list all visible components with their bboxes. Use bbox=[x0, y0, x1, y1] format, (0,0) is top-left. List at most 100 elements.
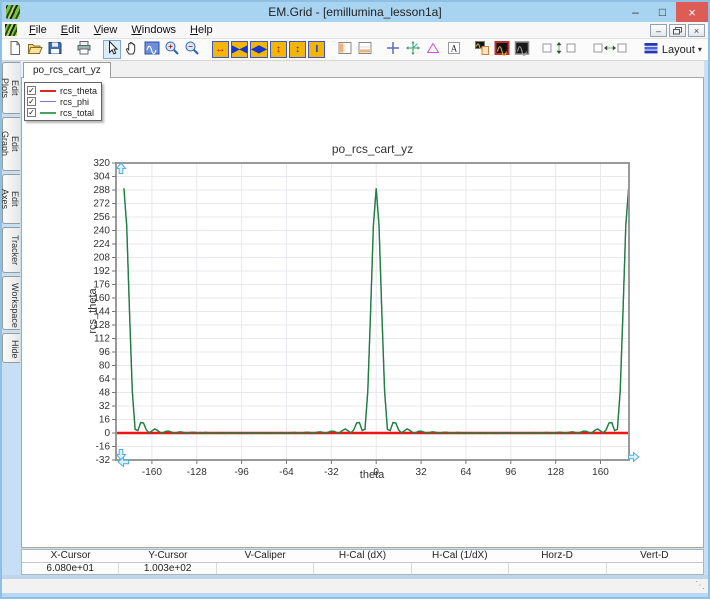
match-width-button[interactable] bbox=[592, 40, 628, 59]
legend-checkbox-rcs_total[interactable]: ✓ bbox=[27, 108, 36, 117]
sidebar-tab-edit-plots[interactable]: Edit Plots bbox=[2, 62, 20, 114]
zoom-region-tool-icon bbox=[144, 40, 160, 59]
copy-plot-button[interactable] bbox=[473, 40, 491, 59]
axis-handle-top-left[interactable] bbox=[117, 163, 126, 174]
resize-grip[interactable]: ⋱ bbox=[695, 581, 705, 591]
split-vertical-button[interactable] bbox=[336, 40, 354, 59]
svg-text:112: 112 bbox=[94, 334, 110, 345]
compress-x-button[interactable]: ▶◀ bbox=[231, 41, 248, 58]
sidebar-tab-edit-axes[interactable]: Edit Axes bbox=[2, 174, 20, 224]
save-button[interactable] bbox=[46, 40, 64, 59]
center-x-button[interactable]: ◀▶ bbox=[250, 41, 267, 58]
add-cursor-button[interactable] bbox=[384, 40, 402, 59]
menu-help[interactable]: Help bbox=[183, 22, 220, 38]
plot-style-red-button[interactable] bbox=[493, 40, 511, 59]
text-tool-button[interactable]: A bbox=[444, 40, 462, 59]
svg-text:-96: -96 bbox=[234, 467, 249, 478]
menu-windows[interactable]: Windows bbox=[124, 22, 183, 38]
cursor-column-header: H-Cal (dX) bbox=[314, 550, 411, 562]
match-height-icon bbox=[542, 40, 576, 59]
axis-handle-bottom-left-v[interactable] bbox=[117, 450, 126, 461]
center-y-button[interactable]: Ι bbox=[308, 41, 325, 58]
legend-row-rcs_theta[interactable]: ✓ rcs_theta bbox=[27, 85, 97, 96]
pan-tool-button[interactable] bbox=[123, 40, 141, 59]
expand-y-button[interactable]: ↕ bbox=[270, 41, 287, 58]
zoom-out-tool-icon bbox=[184, 40, 200, 59]
mdi-minimize-button[interactable]: – bbox=[650, 24, 667, 37]
svg-text:320: 320 bbox=[93, 158, 110, 169]
menu-edit[interactable]: Edit bbox=[54, 22, 87, 38]
toolbar-separator bbox=[326, 49, 334, 50]
layout-menu-button[interactable]: Layout▾ bbox=[638, 40, 707, 59]
sidebar-tab-tracker[interactable]: Tracker bbox=[2, 227, 20, 273]
split-vertical-icon bbox=[337, 40, 353, 59]
document-logo-icon bbox=[5, 24, 17, 36]
copy-plot-icon bbox=[474, 40, 490, 59]
match-height-button[interactable] bbox=[541, 40, 577, 59]
sidebar-tabs: Edit Plots Edit Graph Edit Axes Tracker Work… bbox=[2, 62, 21, 575]
zoom-out-tool-button[interactable] bbox=[183, 40, 201, 59]
compress-y-button[interactable]: ↕ bbox=[289, 41, 306, 58]
legend-line-sample bbox=[40, 101, 56, 102]
cursor-column-header: Vert-D bbox=[606, 550, 703, 562]
cursor-column-header: Horz-D bbox=[508, 550, 605, 562]
mdi-restore-button[interactable] bbox=[669, 24, 686, 37]
svg-text:192: 192 bbox=[93, 266, 110, 277]
menu-view[interactable]: View bbox=[87, 22, 125, 38]
compress-y-icon: ↕ bbox=[295, 45, 300, 55]
legend: ✓ rcs_theta✓rcs_phi✓ rcs_total bbox=[24, 82, 102, 121]
legend-row-rcs_phi[interactable]: ✓rcs_phi bbox=[27, 96, 97, 107]
pointer-tool-button[interactable] bbox=[103, 40, 121, 59]
polygon-tool-button[interactable] bbox=[424, 40, 442, 59]
mdi-close-button[interactable]: × bbox=[688, 24, 705, 37]
sidebar-tab-workspace[interactable]: Workspace bbox=[2, 276, 20, 330]
legend-label: rcs_total bbox=[60, 108, 94, 118]
svg-text:64: 64 bbox=[99, 374, 111, 385]
open-file-button[interactable] bbox=[26, 40, 44, 59]
minimize-button[interactable]: – bbox=[622, 2, 649, 22]
print-button[interactable] bbox=[75, 40, 93, 59]
legend-row-rcs_total[interactable]: ✓ rcs_total bbox=[27, 107, 97, 118]
cursor-table-header-row: X-CursorY-CursorV-CaliperH-Cal (dX)H-Cal… bbox=[22, 550, 703, 562]
cursor-value-cell bbox=[508, 563, 605, 574]
legend-checkbox-rcs_theta[interactable]: ✓ bbox=[27, 86, 36, 95]
close-button[interactable]: × bbox=[676, 2, 708, 22]
tracker-axes-icon bbox=[405, 40, 421, 59]
svg-text:288: 288 bbox=[93, 185, 110, 196]
legend-label: rcs_theta bbox=[60, 86, 97, 96]
tracker-axes-button[interactable] bbox=[404, 40, 422, 59]
plot-style-dark-button[interactable] bbox=[513, 40, 531, 59]
sidebar-tab-hide[interactable]: Hide bbox=[2, 333, 20, 363]
toolbar-separator bbox=[464, 49, 472, 50]
cursor-column-header: H-Cal (1/dX) bbox=[411, 550, 508, 562]
legend-checkbox-rcs_phi[interactable]: ✓ bbox=[27, 97, 36, 106]
svg-text:-32: -32 bbox=[96, 455, 111, 466]
plot-page: 3203042882722562402242081921761601441281… bbox=[21, 77, 704, 548]
toolbar-separator bbox=[94, 49, 102, 50]
svg-text:-64: -64 bbox=[279, 467, 294, 478]
document-tab-row: po_rcs_cart_yz bbox=[21, 61, 704, 77]
menu-file[interactable]: File bbox=[22, 22, 54, 38]
polygon-tool-icon bbox=[425, 40, 441, 59]
svg-text:272: 272 bbox=[93, 199, 110, 210]
maximize-button[interactable]: □ bbox=[649, 2, 676, 22]
legend-line-sample bbox=[40, 90, 56, 92]
zoom-region-tool-button[interactable] bbox=[143, 40, 161, 59]
document-tab[interactable]: po_rcs_cart_yz bbox=[23, 62, 111, 78]
expand-x-button[interactable]: ↔ bbox=[212, 41, 229, 58]
axis-handle-bottom-right[interactable] bbox=[629, 453, 640, 462]
pan-tool-icon bbox=[124, 40, 140, 59]
svg-text:-16: -16 bbox=[96, 442, 111, 453]
svg-text:32: 32 bbox=[416, 467, 428, 478]
legend-line-sample bbox=[40, 112, 56, 114]
zoom-in-tool-button[interactable] bbox=[163, 40, 181, 59]
svg-text:96: 96 bbox=[505, 467, 517, 478]
toolbar-separator bbox=[65, 49, 73, 50]
pointer-tool-icon bbox=[104, 40, 120, 59]
new-file-button[interactable] bbox=[6, 40, 24, 59]
save-icon bbox=[47, 40, 63, 59]
sidebar-tab-edit-graph[interactable]: Edit Graph bbox=[2, 117, 20, 171]
split-horizontal-button[interactable] bbox=[356, 40, 374, 59]
svg-text:240: 240 bbox=[93, 226, 110, 237]
toolbar-separator bbox=[375, 49, 383, 50]
